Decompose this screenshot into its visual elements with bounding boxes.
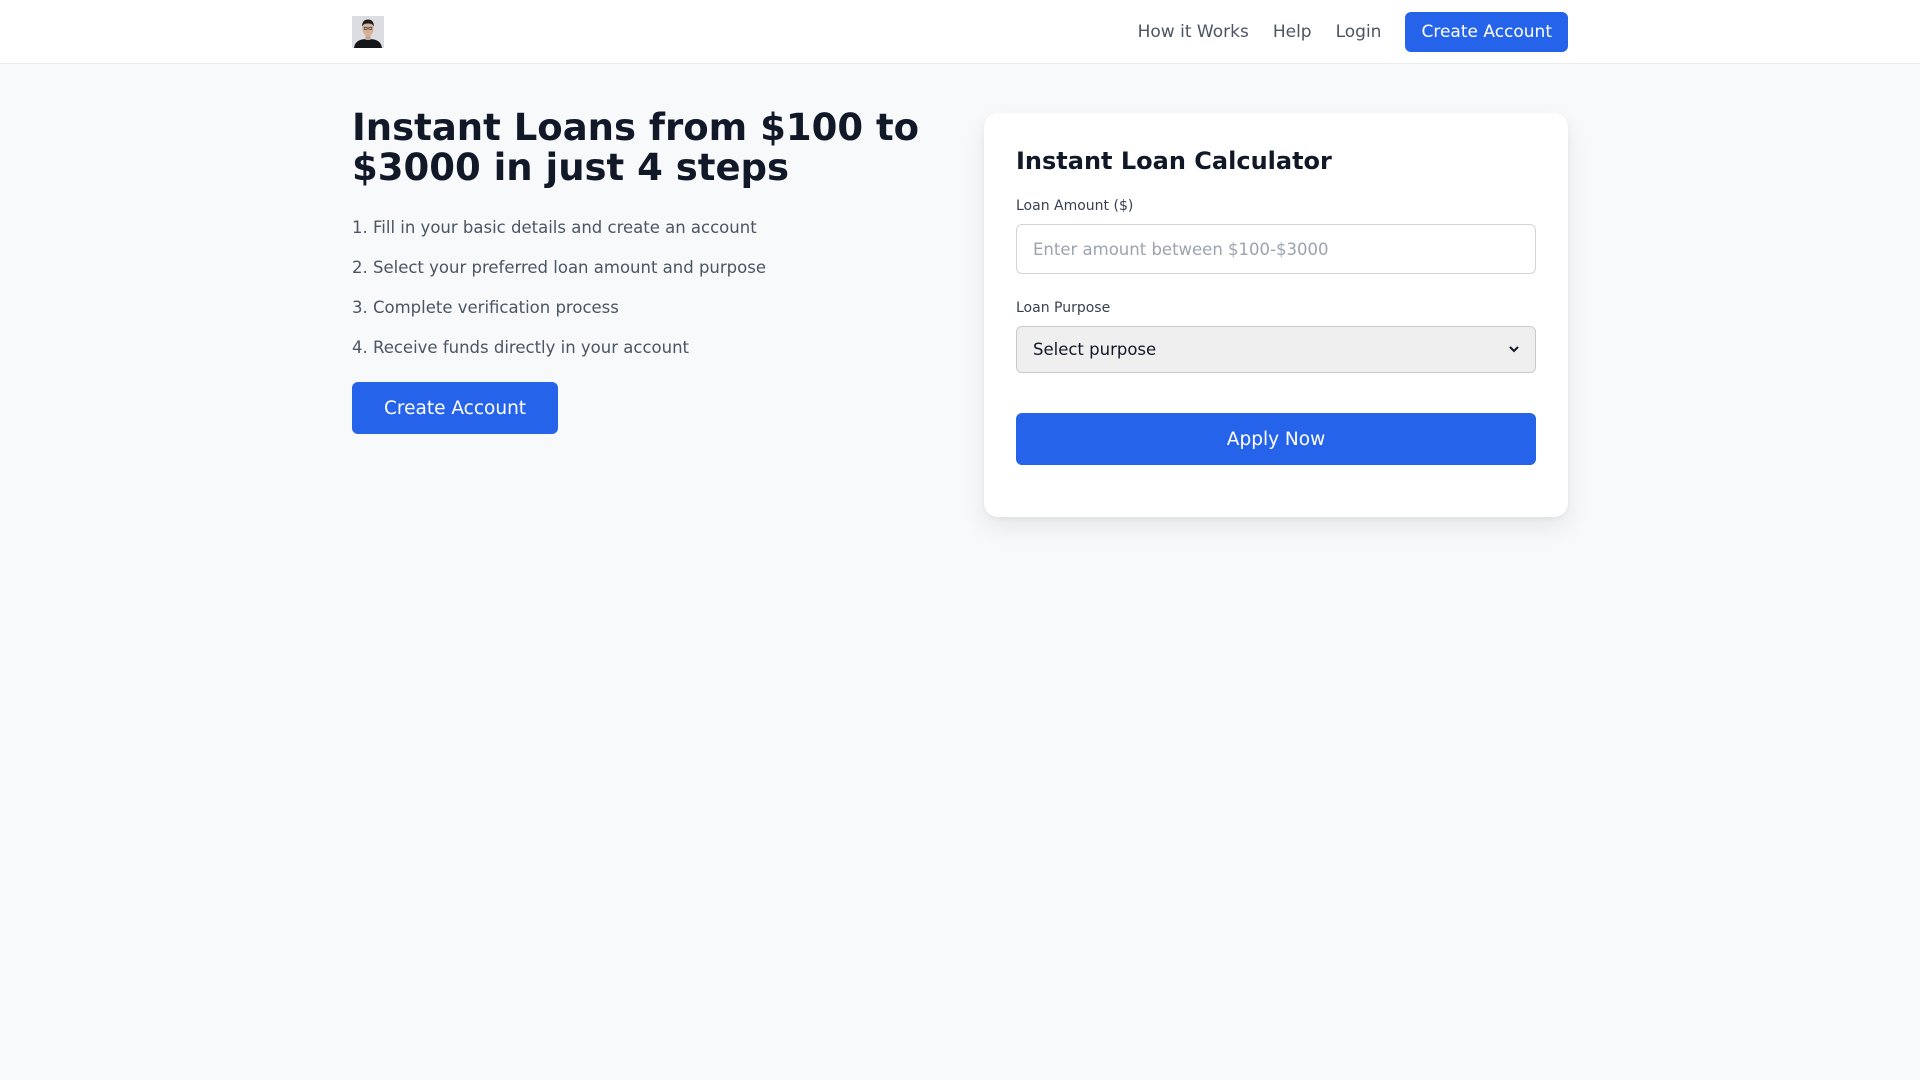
steps-list: 1. Fill in your basic details and create… [352,218,952,378]
loan-purpose-select[interactable]: Select purpose [1016,326,1536,373]
header-create-account-button[interactable]: Create Account [1405,12,1568,52]
hero-section: Instant Loans from $100 to $3000 in just… [352,108,952,434]
step-item: 4. Receive funds directly in your accoun… [352,338,690,357]
loan-calculator-card: Instant Loan Calculator Loan Amount ($) … [984,113,1568,517]
step-item: 3. Complete verification process [352,298,619,317]
loan-purpose-label: Loan Purpose [1016,300,1111,316]
user-avatar-icon [352,16,384,48]
hero-create-account-button[interactable]: Create Account [352,382,559,434]
step-item: 1. Fill in your basic details and create… [352,218,757,237]
loan-amount-label: Loan Amount ($) [1016,198,1134,214]
nav-help-link[interactable]: Help [1273,22,1312,42]
top-header: How it Works Help Login Create Account [0,0,1920,64]
loan-amount-input[interactable] [1016,224,1536,274]
main-nav: How it Works Help Login Create Account [1138,12,1568,52]
apply-now-button[interactable]: Apply Now [1016,413,1536,465]
step-item: 2. Select your preferred loan amount and… [352,258,766,277]
page-title: Instant Loans from $100 to $3000 in just… [352,106,920,189]
calculator-title: Instant Loan Calculator [1016,147,1332,175]
loan-purpose-selected-value: Select purpose [1033,340,1157,359]
avatar[interactable] [352,16,384,48]
nav-how-it-works-link[interactable]: How it Works [1138,22,1249,42]
nav-login-link[interactable]: Login [1336,22,1382,42]
chevron-down-icon [1509,346,1519,353]
